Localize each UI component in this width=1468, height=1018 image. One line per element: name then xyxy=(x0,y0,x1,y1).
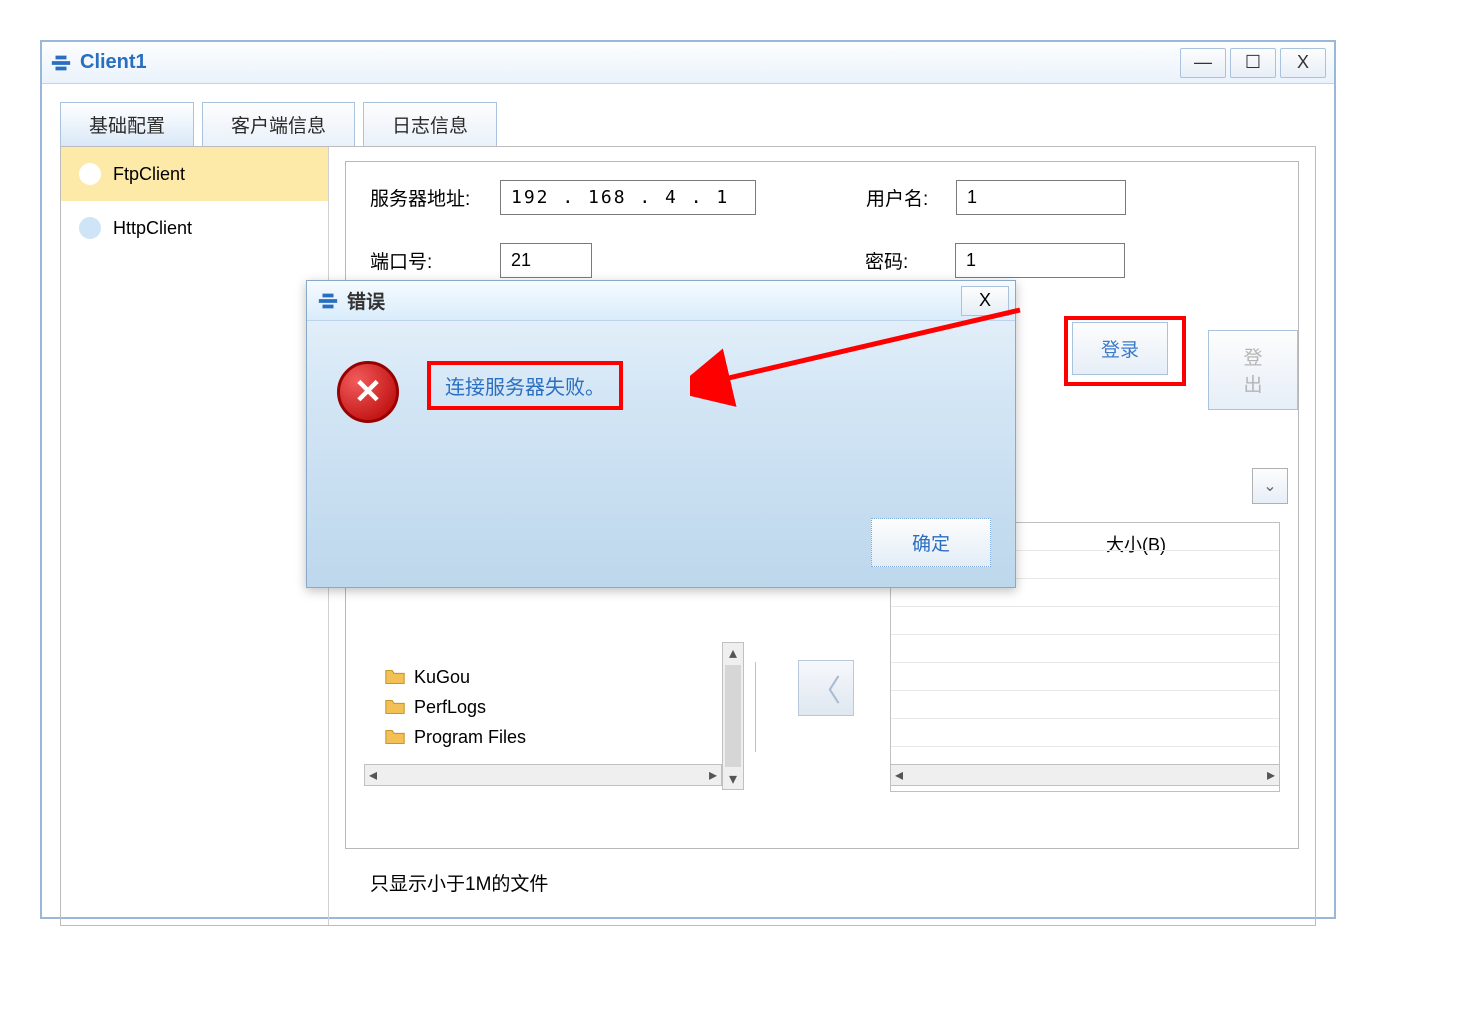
tab-client-info[interactable]: 客户端信息 xyxy=(202,102,355,146)
tree-item-label: KuGou xyxy=(414,667,470,688)
sidebar-item-ftpclient[interactable]: FtpClient xyxy=(61,147,328,201)
app-icon xyxy=(50,52,72,74)
username-input[interactable]: 1 xyxy=(956,180,1126,215)
sidebar-item-label: FtpClient xyxy=(113,164,185,185)
minimize-button[interactable]: — xyxy=(1180,48,1226,78)
vertical-scrollbar[interactable]: ▴▾ xyxy=(722,642,744,790)
window-title: Client1 xyxy=(80,51,147,74)
password-input[interactable]: 1 xyxy=(955,243,1125,278)
app-icon xyxy=(317,290,339,312)
error-icon: ✕ xyxy=(337,361,399,423)
server-label: 服务器地址: xyxy=(370,184,500,211)
tree-item[interactable]: Program Files xyxy=(356,722,755,752)
port-label: 端口号: xyxy=(370,247,500,274)
dialog-close-button[interactable]: X xyxy=(961,286,1009,316)
footer-note: 只显示小于1M的文件 xyxy=(370,869,548,896)
tab-log-info[interactable]: 日志信息 xyxy=(363,102,497,146)
path-dropdown[interactable]: ⌄ xyxy=(1252,468,1288,504)
tree-item-label: PerfLogs xyxy=(414,697,486,718)
highlight-message: 连接服务器失败。 xyxy=(427,361,623,410)
pass-label: 密码: xyxy=(865,247,955,274)
horizontal-scrollbar-right[interactable]: ◂▸ xyxy=(890,764,1280,786)
folder-icon xyxy=(384,726,406,748)
tree-item[interactable]: KuGou xyxy=(356,662,755,692)
tab-basic-config[interactable]: 基础配置 xyxy=(60,102,194,146)
tabs: 基础配置 客户端信息 日志信息 xyxy=(42,84,1334,146)
maximize-button[interactable]: ☐ xyxy=(1230,48,1276,78)
tree-item[interactable]: PerfLogs xyxy=(356,692,755,722)
dot-icon xyxy=(79,217,101,239)
sidebar-item-label: HttpClient xyxy=(113,218,192,239)
error-message: 连接服务器失败。 xyxy=(431,365,619,406)
folder-icon xyxy=(384,666,406,688)
transfer-left-button[interactable]: 〈 xyxy=(798,660,854,716)
highlight-login xyxy=(1064,316,1186,386)
logout-button[interactable]: 登出 xyxy=(1208,330,1298,410)
folder-icon xyxy=(384,696,406,718)
close-button[interactable]: X xyxy=(1280,48,1326,78)
local-tree[interactable]: KuGou PerfLogs Program Files xyxy=(356,662,756,752)
user-label: 用户名: xyxy=(866,184,956,211)
tree-item-label: Program Files xyxy=(414,727,526,748)
port-input[interactable]: 21 xyxy=(500,243,592,278)
sidebar-item-httpclient[interactable]: HttpClient xyxy=(61,201,328,255)
dot-icon xyxy=(79,163,101,185)
server-address-input[interactable]: 192 . 168 . 4 . 1 xyxy=(500,180,756,215)
sidebar: FtpClient HttpClient xyxy=(61,147,329,925)
dialog-title-text: 错误 xyxy=(347,287,385,314)
titlebar: Client1 — ☐ X xyxy=(42,42,1334,84)
error-dialog: 错误 X ✕ 连接服务器失败。 确定 xyxy=(306,280,1016,588)
horizontal-scrollbar-left[interactable]: ◂▸ xyxy=(364,764,722,786)
ok-button[interactable]: 确定 xyxy=(871,518,991,567)
